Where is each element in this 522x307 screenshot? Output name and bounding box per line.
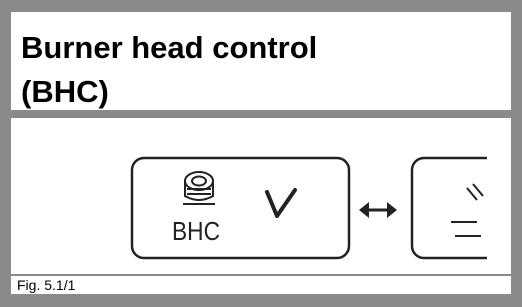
bhc-label: BHC bbox=[172, 216, 220, 246]
double-arrow-icon bbox=[359, 202, 397, 218]
bhc-button[interactable]: BHC bbox=[130, 156, 351, 260]
caption-separator bbox=[11, 274, 511, 276]
figure-caption: Fig. 5.1/1 bbox=[17, 277, 76, 293]
next-button-frame[interactable] bbox=[410, 156, 487, 260]
next-button[interactable] bbox=[410, 156, 487, 260]
figure-panel: Burner head control (BHC) BHC Fig. 5.1/1 bbox=[0, 0, 522, 307]
page-title: Burner head control (BHC) bbox=[21, 30, 318, 109]
figure-inner: Burner head control (BHC) BHC Fig. 5.1/1 bbox=[11, 12, 511, 294]
control-display: BHC bbox=[15, 118, 487, 274]
title-separator bbox=[11, 110, 511, 118]
bhc-button-frame[interactable] bbox=[130, 156, 351, 260]
display-canvas: BHC bbox=[130, 156, 487, 260]
